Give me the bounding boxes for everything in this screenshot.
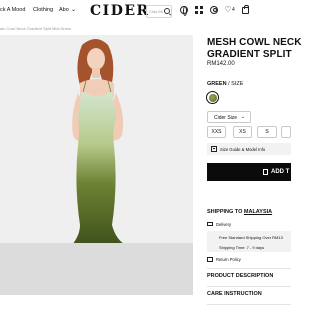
size-guide-button[interactable]: Size Guide & Model Info [207, 143, 291, 155]
shopping-bag-icon [263, 169, 268, 175]
product-title-line-2: GRADIENT SPLIT [207, 48, 292, 60]
shipping-country-link[interactable]: MALAYSIA [244, 209, 272, 215]
size-type-value: Cider Size [214, 115, 238, 121]
photo-floor [0, 243, 193, 295]
add-to-bag-button[interactable]: ADD T [207, 163, 291, 181]
breadcrumb: ain Cowl Neck Gradient Split Midi Dress [0, 26, 71, 31]
size-suffix: / SIZE [226, 81, 244, 87]
search-placeholder: Cido Mi [149, 9, 163, 14]
shipping-time-info: Shipping Time: 7 - 9 days [207, 241, 291, 252]
search-icon[interactable] [164, 8, 170, 14]
shipping-title: SHIPPING TO MALAYSIA [207, 209, 272, 215]
wishlist-count: 4 [232, 7, 235, 13]
brand-logo[interactable]: CIDER [90, 3, 150, 19]
chevron-down-icon: ⌄ [240, 114, 245, 120]
add-to-bag-label: ADD T [271, 169, 290, 175]
free-shipping-text: Free Standard Shipping Over RM13 [219, 234, 283, 240]
size-option-xxs[interactable]: XXS [207, 126, 226, 138]
globe-icon[interactable] [180, 6, 188, 16]
product-title-line-1: MESH COWL NECK [207, 37, 302, 48]
divider [207, 304, 291, 305]
delivery-label: Delivery [216, 222, 232, 227]
size-option-more[interactable] [281, 126, 291, 138]
product-image[interactable] [0, 35, 193, 295]
product-price: RM142.00 [207, 61, 235, 67]
size-option-s[interactable]: S [257, 126, 277, 138]
account-icon[interactable] [210, 6, 218, 14]
truck-icon [207, 222, 213, 226]
search-input[interactable]: Cido Mi [146, 5, 172, 18]
product-title: MESH COWL NECK GRADIENT SPLIT [207, 37, 302, 60]
nav-clothing[interactable]: Clothing [33, 7, 53, 13]
grid-icon[interactable] [195, 6, 203, 14]
return-policy-link[interactable]: Return Policy [216, 257, 241, 262]
product-description-section[interactable]: PRODUCT DESCRIPTION [207, 273, 273, 279]
size-option-xs[interactable]: XS [233, 126, 252, 138]
chevron-down-icon[interactable]: ⌄ [71, 6, 76, 13]
care-instruction-section[interactable]: CARE INSTRUCTION [207, 291, 262, 297]
color-size-label: GREEN / SIZE [207, 81, 243, 87]
color-name: GREEN [207, 81, 227, 87]
divider [207, 268, 291, 269]
shipping-time-text: Shipping Time: 7 - 9 days [219, 244, 265, 250]
return-icon [207, 257, 213, 262]
shopping-bag-icon[interactable] [242, 5, 249, 14]
divider [207, 286, 291, 287]
ruler-icon [211, 146, 217, 152]
nav-shop-a-mood[interactable]: ck A Mood [0, 7, 25, 13]
heart-icon[interactable]: ♡ [224, 6, 232, 14]
size-type-select[interactable]: Cider Size ⌄ [207, 111, 251, 123]
shipping-title-prefix: SHIPPING TO [207, 209, 244, 215]
nav-about[interactable]: Abo [59, 7, 69, 13]
size-guide-label: Size Guide & Model Info [220, 146, 266, 152]
color-swatch-green[interactable] [206, 91, 219, 104]
site-header: ck A Mood Clothing Abo ⌄ CIDER Cido Mi ♡… [0, 0, 287, 24]
